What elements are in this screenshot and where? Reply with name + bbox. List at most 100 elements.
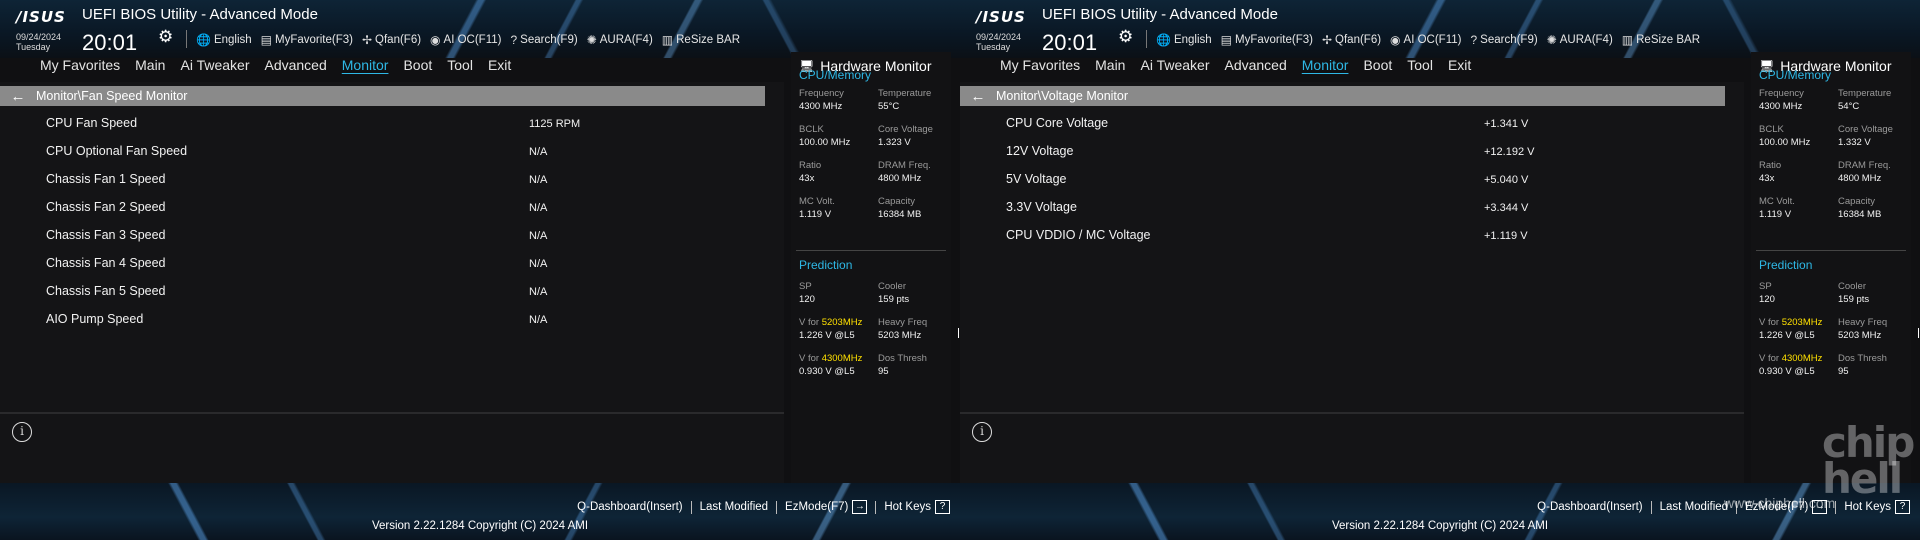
gear-icon[interactable]: ⚙ — [1118, 27, 1133, 47]
menu-tab-tool[interactable]: Tool — [447, 57, 473, 73]
monitor-row[interactable]: 3.3V Voltage +3.344 V — [960, 194, 1725, 222]
monitor-row-value: +1.119 V — [1484, 230, 1528, 242]
prediction-stat: SP 120 — [1759, 281, 1838, 306]
monitor-row[interactable]: 5V Voltage +5.040 V — [960, 166, 1725, 194]
menu-tab-boot[interactable]: Boot — [1363, 57, 1392, 73]
monitor-row[interactable]: CPU Optional Fan Speed N/A — [0, 138, 765, 166]
monitor-row[interactable]: 12V Voltage +12.192 V — [960, 138, 1725, 166]
monitor-row[interactable]: Chassis Fan 4 Speed N/A — [0, 250, 765, 278]
toolbar-button-4[interactable]: ? Search(F9) — [1470, 33, 1537, 47]
hw-stat: DRAM Freq. 4800 MHz — [1838, 160, 1909, 185]
footer-divider — [1650, 500, 1652, 514]
prediction-stat-label: Heavy Freq — [1838, 317, 1888, 328]
monitor-row-value: N/A — [529, 174, 548, 186]
monitor-row[interactable]: CPU Fan Speed 1125 RPM — [0, 110, 765, 138]
breadcrumb-text: Monitor\Fan Speed Monitor — [36, 89, 188, 103]
monitor-row[interactable]: CPU Core Voltage +1.341 V — [960, 110, 1725, 138]
monitor-row[interactable]: Chassis Fan 2 Speed N/A — [0, 194, 765, 222]
gear-icon[interactable]: ⚙ — [158, 27, 173, 47]
hw-stat-value: 100.00 MHz — [799, 137, 851, 148]
hw-stat: MC Volt. 1.119 V — [799, 196, 878, 221]
toolbar-button-6[interactable]: ▥ ReSize BAR — [662, 33, 740, 47]
toolbar-button-1[interactable]: ▤ MyFavorite(F3) — [1221, 33, 1313, 47]
breadcrumb[interactable]: ← Monitor\Fan Speed Monitor — [0, 86, 765, 106]
menu-tab-my-favorites[interactable]: My Favorites — [1000, 57, 1080, 73]
hw-stat-value: 1.119 V — [1759, 209, 1792, 220]
hw-stat: Temperature 54°C — [1838, 88, 1909, 113]
hw-stat-value: 4800 MHz — [1838, 173, 1882, 184]
toolbar-button-0[interactable]: 🌐 English — [196, 33, 252, 47]
footer-link-0[interactable]: Q-Dashboard(Insert) — [1537, 501, 1642, 513]
toolbar-button-1[interactable]: ▤ MyFavorite(F3) — [261, 33, 353, 47]
toolbar-label: AURA(F4) — [1559, 34, 1613, 46]
resize-bar-icon: ▥ — [661, 33, 674, 47]
prediction-stat: Dos Thresh 95 — [878, 353, 949, 378]
hardware-monitor-panel: 🖥 Hardware Monitor CPU/Memory Frequency 4300… — [791, 52, 951, 483]
hw-stat-value: 4300 MHz — [799, 101, 843, 112]
menu-tab-main[interactable]: Main — [135, 57, 165, 73]
hw-stat-label: Core Voltage — [878, 124, 933, 135]
toolbar-button-3[interactable]: ◉ AI OC(F11) — [430, 33, 501, 47]
info-icon: i — [972, 422, 992, 442]
toolbar-button-6[interactable]: ▥ ReSize BAR — [1622, 33, 1700, 47]
hw-stat: BCLK 100.00 MHz — [1759, 124, 1838, 149]
monitor-row[interactable]: Chassis Fan 1 Speed N/A — [0, 166, 765, 194]
toolbar-button-3[interactable]: ◉ AI OC(F11) — [1390, 33, 1461, 47]
monitor-row-value: N/A — [529, 258, 548, 270]
prediction-heading: Prediction — [1759, 258, 1813, 272]
menu-tab-advanced[interactable]: Advanced — [1224, 57, 1286, 73]
toolbar-button-4[interactable]: ? Search(F9) — [510, 33, 577, 47]
asus-logo: /ISUS — [16, 8, 66, 26]
toolbar-button-2[interactable]: ✢ Qfan(F6) — [362, 33, 421, 47]
menu-tab-tool[interactable]: Tool — [1407, 57, 1433, 73]
footer-link-3[interactable]: Hot Keys? — [884, 500, 950, 514]
footer-link-1[interactable]: Last Modified — [700, 501, 768, 513]
monitor-row[interactable]: Chassis Fan 3 Speed N/A — [0, 222, 765, 250]
back-arrow-icon[interactable]: ← — [0, 88, 36, 105]
toolbar-button-5[interactable]: ✺ AURA(F4) — [587, 33, 653, 47]
menu-tab-advanced[interactable]: Advanced — [264, 57, 326, 73]
toolbar-button-2[interactable]: ✢ Qfan(F6) — [1322, 33, 1381, 47]
menu-tab-main[interactable]: Main — [1095, 57, 1125, 73]
toolbar-button-5[interactable]: ✺ AURA(F4) — [1547, 33, 1613, 47]
footer-link-2[interactable]: EzMode(F7) → — [785, 500, 868, 514]
prediction-stat-value: 1.226 V @L5 — [1759, 330, 1815, 341]
menu-tab-my-favorites[interactable]: My Favorites — [40, 57, 120, 73]
monitor-row[interactable]: CPU VDDIO / MC Voltage +1.119 V — [960, 222, 1725, 250]
hw-stat-value: 55°C — [878, 101, 900, 112]
monitor-row[interactable]: AIO Pump Speed N/A — [0, 306, 765, 334]
hw-stat: MC Volt. 1.119 V — [1759, 196, 1838, 221]
monitor-row-label: CPU VDDIO / MC Voltage — [1006, 228, 1151, 242]
prediction-stat: SP 120 — [799, 281, 878, 306]
back-arrow-icon[interactable]: ← — [960, 88, 996, 105]
prediction-stat-label: Dos Thresh — [1838, 353, 1887, 364]
hw-stat: Capacity 16384 MB — [1838, 196, 1909, 221]
menu-tab-monitor[interactable]: Monitor — [342, 57, 389, 73]
main-menu: My Favorites Main Ai Tweaker Advanced Monito… — [40, 57, 511, 73]
globe-icon: 🌐 — [196, 33, 211, 47]
footer-link-0[interactable]: Q-Dashboard(Insert) — [577, 501, 682, 513]
menu-tab-monitor[interactable]: Monitor — [1302, 57, 1349, 73]
toolbar-label: MyFavorite(F3) — [275, 34, 353, 46]
date-text: 09/24/2024 — [16, 32, 62, 42]
monitor-row-value: +3.344 V — [1484, 202, 1529, 214]
prediction-stat-value: 1.226 V @L5 — [799, 330, 855, 341]
prediction-stat-value: 95 — [878, 366, 889, 377]
hw-stat-label: DRAM Freq. — [1838, 160, 1891, 171]
menu-tab-ai-tweaker[interactable]: Ai Tweaker — [180, 57, 249, 73]
prediction-stat-label: V for 4300MHz — [1759, 353, 1838, 365]
toolbar-button-0[interactable]: 🌐 English — [1156, 33, 1212, 47]
menu-tab-ai-tweaker[interactable]: Ai Tweaker — [1140, 57, 1209, 73]
monitor-row-label: CPU Core Voltage — [1006, 116, 1109, 130]
footer-link-1[interactable]: Last Modified — [1660, 501, 1728, 513]
menu-tab-boot[interactable]: Boot — [403, 57, 432, 73]
footer-divider — [690, 500, 692, 514]
hw-stat-value: 43x — [1759, 173, 1775, 184]
breadcrumb[interactable]: ← Monitor\Voltage Monitor — [960, 86, 1725, 106]
bios-screen-fan-speed: /ISUS UEFI BIOS Utility - Advanced Mode 09… — [0, 0, 960, 540]
menu-tab-exit[interactable]: Exit — [1448, 57, 1471, 73]
breadcrumb-text: Monitor\Voltage Monitor — [996, 89, 1129, 103]
search-icon: ? — [510, 33, 518, 47]
menu-tab-exit[interactable]: Exit — [488, 57, 511, 73]
monitor-row[interactable]: Chassis Fan 5 Speed N/A — [0, 278, 765, 306]
